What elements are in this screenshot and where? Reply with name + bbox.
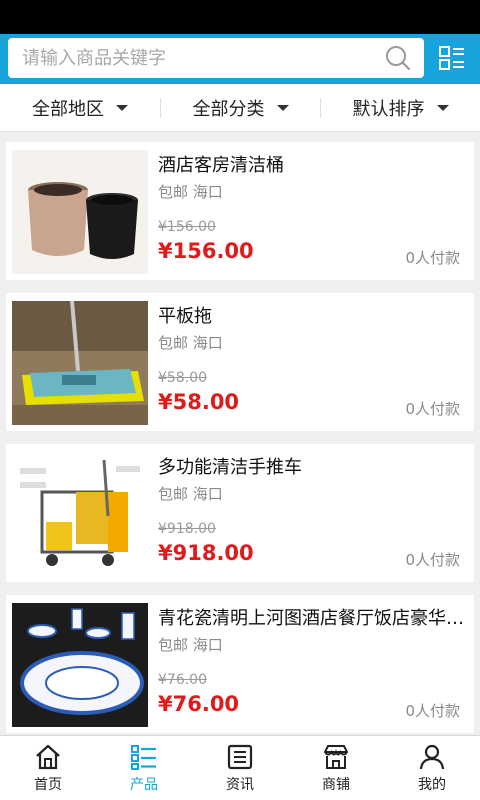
caret-down-icon [276, 105, 289, 111]
product-original-price: ¥58.00 [158, 370, 207, 386]
product-original-price: ¥76.00 [158, 672, 207, 688]
product-title: 平板拖 [158, 306, 212, 327]
tab-me[interactable]: 我的 [384, 736, 480, 800]
search-input[interactable]: 请输入商品关键字 [8, 38, 424, 78]
filter-bar: 全部地区 全部分类 默认排序 [0, 84, 480, 132]
tab-label: 首页 [34, 777, 62, 793]
product-price: ¥76.00 [158, 692, 240, 716]
tab-home[interactable]: 首页 [0, 736, 96, 800]
caret-down-icon [116, 105, 128, 111]
filter-label: 默认排序 [352, 99, 425, 120]
product-sales-count: 0人付款 [405, 400, 460, 418]
product-shipping-location: 包邮 海口 [158, 183, 223, 201]
tab-store[interactable]: 商铺 [288, 736, 384, 800]
product-title: 多功能清洁手推车 [158, 457, 302, 478]
tab-news[interactable]: 资讯 [192, 736, 288, 800]
home-icon [36, 744, 60, 770]
tab-products[interactable]: 产品 [96, 736, 192, 800]
filter-category-dropdown[interactable]: 全部分类 [161, 84, 320, 132]
tab-label: 我的 [418, 777, 446, 793]
product-list: 酒店客房清洁桶 包邮 海口 ¥156.00 ¥156.00 0人付款 平板拖 包… [0, 132, 480, 735]
product-card[interactable]: 平板拖 包邮 海口 ¥58.00 ¥58.00 0人付款 [6, 293, 474, 431]
product-image[interactable] [12, 150, 148, 274]
filter-region-dropdown[interactable]: 全部地区 [0, 84, 160, 132]
product-shipping-location: 包邮 海口 [158, 485, 223, 503]
filter-label: 全部地区 [32, 99, 104, 120]
product-shipping-location: 包邮 海口 [158, 636, 223, 654]
tab-label: 资讯 [226, 777, 254, 793]
category-menu-icon[interactable] [438, 44, 466, 72]
product-price: ¥58.00 [158, 390, 240, 414]
product-card[interactable]: 多功能清洁手推车 包邮 海口 ¥918.00 ¥918.00 0人付款 [6, 444, 474, 582]
news-icon [227, 744, 253, 770]
filter-sort-dropdown[interactable]: 默认排序 [321, 84, 480, 132]
user-icon [419, 744, 445, 770]
product-image[interactable] [12, 603, 148, 727]
product-sales-count: 0人付款 [405, 702, 460, 720]
product-title: 酒店客房清洁桶 [158, 155, 284, 176]
product-shipping-location: 包邮 海口 [158, 334, 223, 352]
status-bar [0, 0, 480, 34]
store-icon [324, 745, 348, 769]
product-list-icon [131, 745, 156, 770]
tab-label: 产品 [130, 777, 158, 793]
product-sales-count: 0人付款 [405, 249, 460, 267]
filter-label: 全部分类 [192, 99, 265, 120]
product-image[interactable] [12, 301, 148, 425]
product-card[interactable]: 酒店客房清洁桶 包邮 海口 ¥156.00 ¥156.00 0人付款 [6, 142, 474, 280]
product-price: ¥918.00 [158, 541, 254, 565]
bottom-tab-bar: 首页 产品 资讯 商铺 我的 [0, 735, 480, 800]
top-search-bar: 请输入商品关键字 [0, 34, 480, 84]
product-image[interactable] [12, 452, 148, 576]
product-price: ¥156.00 [158, 239, 254, 263]
search-placeholder: 请输入商品关键字 [22, 48, 166, 69]
product-sales-count: 0人付款 [405, 551, 460, 569]
product-card[interactable]: 青花瓷清明上河图酒店餐厅饭店豪华餐具套装 包邮 海口 ¥76.00 ¥76.00… [6, 595, 474, 733]
tab-label: 商铺 [322, 777, 350, 793]
product-original-price: ¥156.00 [158, 219, 216, 235]
product-title: 青花瓷清明上河图酒店餐厅饭店豪华餐具套装 [158, 608, 466, 629]
search-icon[interactable] [384, 44, 412, 72]
product-original-price: ¥918.00 [158, 521, 216, 537]
caret-down-icon [436, 105, 449, 111]
